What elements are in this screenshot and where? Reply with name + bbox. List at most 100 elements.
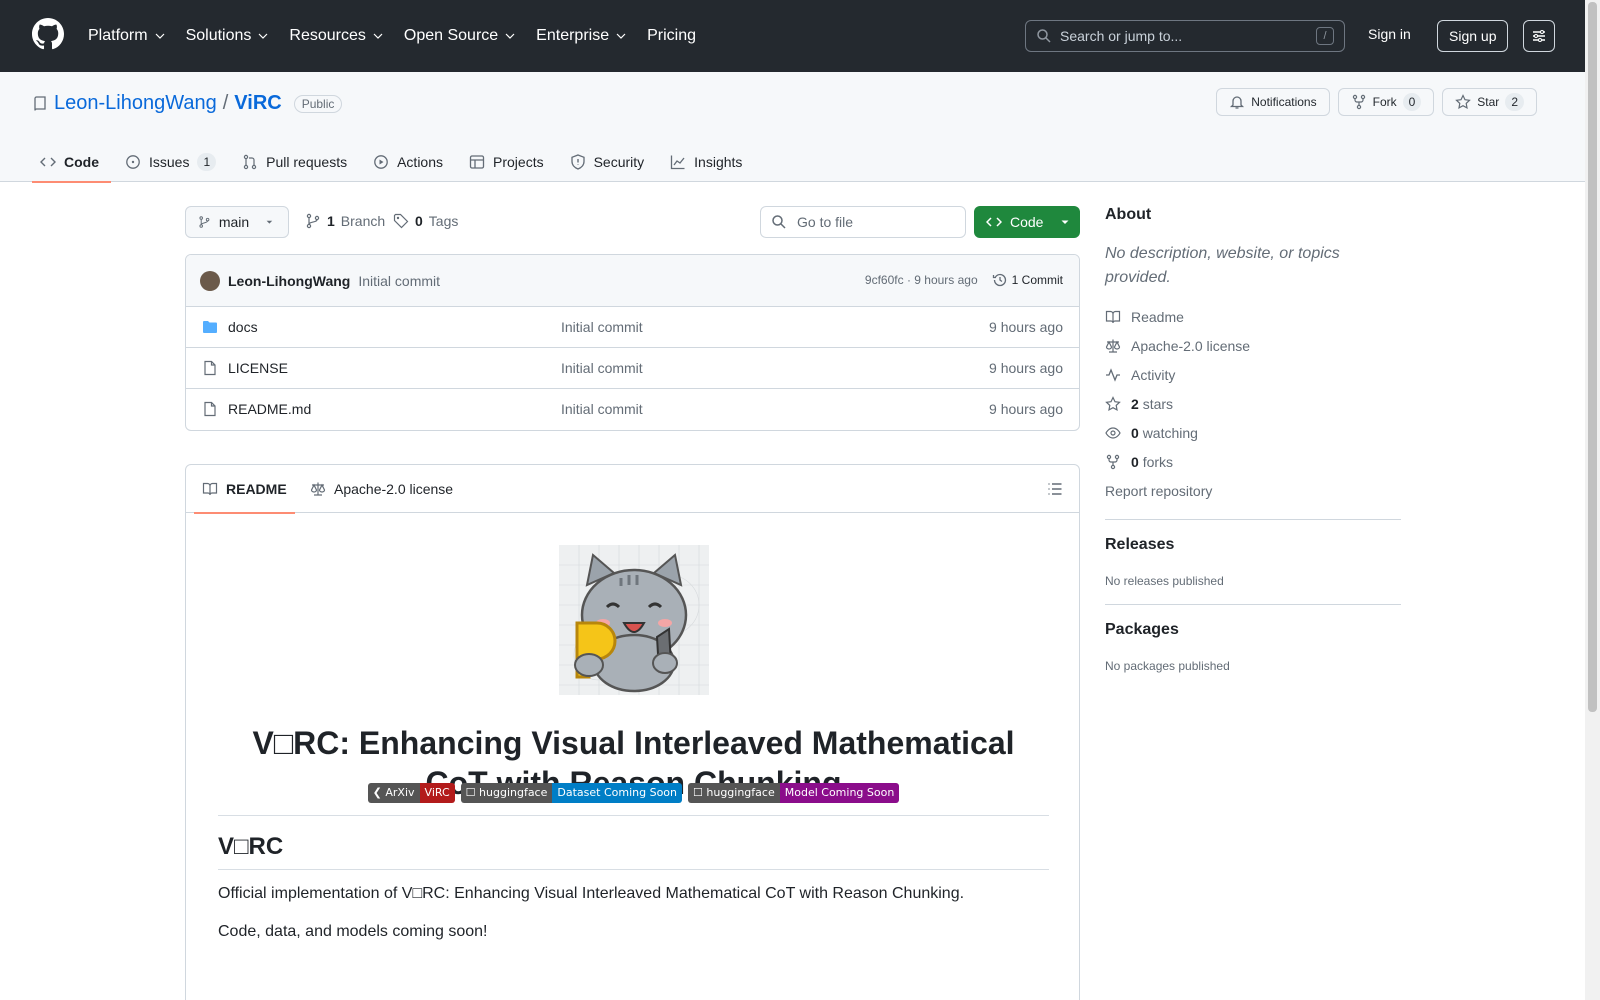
tab-pull-requests[interactable]: Pull requests — [234, 142, 359, 182]
file-row[interactable]: docs Initial commit 9 hours ago — [186, 307, 1079, 348]
star-button[interactable]: Star 2 — [1442, 88, 1537, 116]
sign-in-link[interactable]: Sign in — [1368, 26, 1411, 42]
repo-path-separator: / — [222, 92, 229, 114]
list-outline-icon[interactable] — [1047, 481, 1063, 497]
tab-readme[interactable]: README — [194, 465, 295, 514]
star-label: Star — [1477, 95, 1500, 109]
badge-left-text: ☐ huggingface — [460, 783, 553, 803]
file-browser: Leon-LihongWang Initial commit 9cf60fc ·… — [185, 254, 1080, 431]
commit-hash-time[interactable]: 9cf60fc · 9 hours ago — [865, 273, 978, 287]
file-row[interactable]: README.md Initial commit 9 hours ago — [186, 389, 1079, 430]
releases-heading[interactable]: Releases — [1105, 536, 1401, 554]
chevron-down-icon — [155, 33, 165, 39]
tab-actions[interactable]: Actions — [365, 142, 455, 182]
fork-icon — [1106, 454, 1120, 469]
nav-enterprise[interactable]: Enterprise — [536, 27, 627, 45]
repo-name-link[interactable]: ViRC — [234, 92, 281, 115]
commits-link[interactable]: 1 Commit — [992, 272, 1063, 288]
nav-platform[interactable]: Platform — [88, 27, 166, 45]
pulse-icon — [1106, 367, 1120, 382]
readme-link[interactable]: Readme — [1105, 302, 1401, 331]
readme-tabs: README Apache-2.0 license — [186, 465, 1079, 514]
repo-title: Leon-LihongWang / ViRC Public — [32, 92, 343, 115]
code-icon — [40, 157, 56, 167]
go-to-file-input[interactable]: Go to file — [760, 206, 966, 238]
file-name-link[interactable]: docs — [228, 319, 258, 335]
nav-open-source[interactable]: Open Source — [404, 27, 516, 45]
folder-icon — [203, 321, 217, 333]
repo-icon — [34, 95, 46, 111]
packages-heading[interactable]: Packages — [1105, 621, 1401, 639]
nav-label: Enterprise — [536, 27, 610, 44]
nav-pricing[interactable]: Pricing — [647, 27, 696, 45]
tag-count: 0 — [415, 213, 423, 229]
readme-tab-label: README — [226, 481, 287, 497]
notifications-button[interactable]: Notifications — [1216, 88, 1330, 116]
nav-label: Solutions — [185, 27, 252, 44]
branches-link[interactable]: 1 Branch — [305, 213, 385, 229]
about-description: No description, website, or topics provi… — [1105, 245, 1340, 286]
side-item-label: watching — [1142, 424, 1198, 441]
readme-panel: README Apache-2.0 license V□RC: Enhancin… — [185, 464, 1080, 1000]
search-icon — [772, 215, 786, 229]
issues-count: 1 — [197, 153, 217, 171]
license-link[interactable]: Apache-2.0 license — [1105, 331, 1401, 360]
commit-message-link[interactable]: Initial commit — [358, 273, 440, 289]
global-search-input[interactable]: Search or jump to... / — [1025, 20, 1345, 52]
tab-security[interactable]: Security — [562, 142, 657, 182]
issue-icon — [126, 155, 140, 169]
commit-author-link[interactable]: Leon-LihongWang — [228, 273, 350, 289]
file-icon — [204, 360, 216, 376]
tab-code[interactable]: Code — [32, 142, 111, 183]
fork-count: 0 — [1402, 93, 1422, 111]
repo-owner-link[interactable]: Leon-LihongWang — [54, 92, 217, 115]
forks-link[interactable]: 0 forks — [1105, 447, 1401, 476]
file-row[interactable]: LICENSE Initial commit 9 hours ago — [186, 348, 1079, 389]
arxiv-badge[interactable]: ❮ ArXiv ViRC — [367, 783, 455, 803]
file-name-link[interactable]: LICENSE — [228, 360, 288, 376]
about-heading: About — [1105, 206, 1152, 223]
report-repository-link[interactable]: Report repository — [1105, 476, 1401, 505]
side-item-label: Readme — [1131, 308, 1184, 325]
tab-label: Issues — [149, 154, 190, 170]
branch-selector[interactable]: main — [185, 206, 289, 238]
model-badge[interactable]: ☐ huggingface Model Coming Soon — [688, 783, 900, 803]
site-menu-button[interactable] — [1523, 20, 1555, 52]
nav-resources[interactable]: Resources — [289, 27, 383, 45]
tag-label: Tags — [428, 213, 459, 229]
stars-link[interactable]: 2 stars — [1105, 389, 1401, 418]
tab-insights[interactable]: Insights — [662, 142, 754, 182]
github-logo-icon[interactable] — [32, 18, 64, 50]
page-scrollbar[interactable] — [1585, 0, 1600, 1000]
tab-license[interactable]: Apache-2.0 license — [310, 465, 453, 513]
file-commit-message[interactable]: Initial commit — [561, 360, 643, 376]
file-name-link[interactable]: README.md — [228, 401, 311, 417]
avatar[interactable] — [200, 270, 220, 291]
side-item-label: Apache-2.0 license — [1131, 337, 1251, 354]
stars-count: 2 — [1131, 395, 1139, 412]
eye-icon — [1105, 426, 1121, 439]
file-commit-message[interactable]: Initial commit — [561, 319, 643, 335]
tab-projects[interactable]: Projects — [461, 142, 556, 182]
file-commit-message[interactable]: Initial commit — [561, 401, 643, 417]
search-shortcut-hint: / — [1316, 27, 1334, 45]
scrollbar-thumb[interactable] — [1588, 2, 1597, 712]
nav-solutions[interactable]: Solutions — [186, 27, 270, 45]
dataset-badge[interactable]: ☐ huggingface Dataset Coming Soon — [460, 783, 683, 803]
tags-link[interactable]: 0 Tags — [393, 213, 458, 229]
code-dropdown-button[interactable]: Code — [974, 206, 1080, 238]
fork-button[interactable]: Fork 0 — [1337, 88, 1435, 116]
chevron-down-icon — [505, 33, 515, 39]
sidebar-divider — [1105, 519, 1401, 520]
activity-link[interactable]: Activity — [1105, 360, 1401, 389]
tab-label: Security — [593, 154, 645, 170]
sliders-icon — [1533, 30, 1545, 42]
repo-sidebar: About No description, website, or topics… — [1105, 206, 1401, 673]
tab-issues[interactable]: Issues 1 — [117, 142, 228, 182]
nav-label: Pricing — [647, 27, 696, 44]
watchers-link[interactable]: 0 watching — [1105, 418, 1401, 447]
latest-commit-row: Leon-LihongWang Initial commit 9cf60fc ·… — [186, 255, 1079, 307]
sign-up-button[interactable]: Sign up — [1437, 20, 1509, 52]
main-content: main 1 Branch 0 Tags Go to file Code Leo… — [185, 206, 1080, 1000]
packages-empty-text: No packages published — [1105, 659, 1230, 673]
